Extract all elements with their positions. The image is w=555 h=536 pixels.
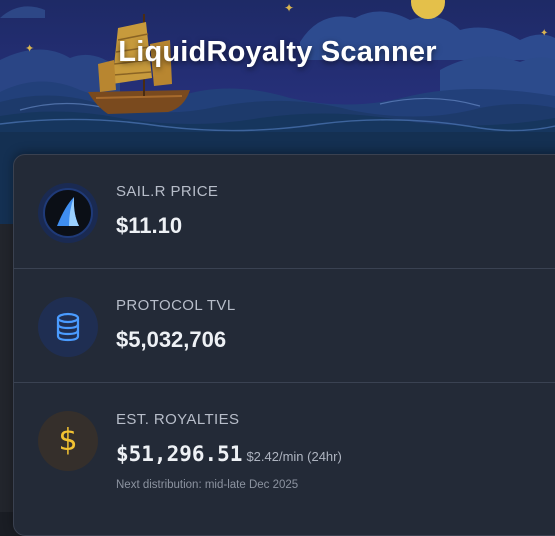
- stat-value: $11.10: [116, 213, 183, 238]
- royalties-value: $51,296.51: [116, 442, 243, 466]
- page-title: LiquidRoyalty Scanner: [118, 36, 437, 68]
- stat-value: $5,032,706: [116, 327, 227, 352]
- stat-row-sail-price: SAIL.R PRICE $11.10: [14, 155, 555, 269]
- stat-label: SAIL.R PRICE: [116, 183, 219, 200]
- royalty-rate: $2.42/min (24hr): [246, 449, 342, 464]
- dollar-icon: $: [38, 411, 98, 471]
- moon-icon: [411, 0, 445, 19]
- stat-row-protocol-tvl: PROTOCOL TVL $5,032,706: [14, 269, 555, 383]
- stat-row-royalties: $ EST. ROYALTIES $51,296.51 $2.42/min (24…: [14, 383, 555, 533]
- background-panel: [0, 224, 14, 512]
- sail-logo-icon: [38, 183, 98, 243]
- stat-label: PROTOCOL TVL: [116, 297, 236, 314]
- distribution-note: Next distribution: mid-late Dec 2025: [116, 479, 299, 491]
- star-icon: ✦: [284, 1, 294, 15]
- stat-value-row: $51,296.51 $2.42/min (24hr): [116, 441, 342, 467]
- database-icon: [38, 297, 98, 357]
- stat-label: EST. ROYALTIES: [116, 411, 240, 428]
- stats-card: SAIL.R PRICE $11.10 PROTOCOL TVL $5,032,…: [13, 154, 555, 536]
